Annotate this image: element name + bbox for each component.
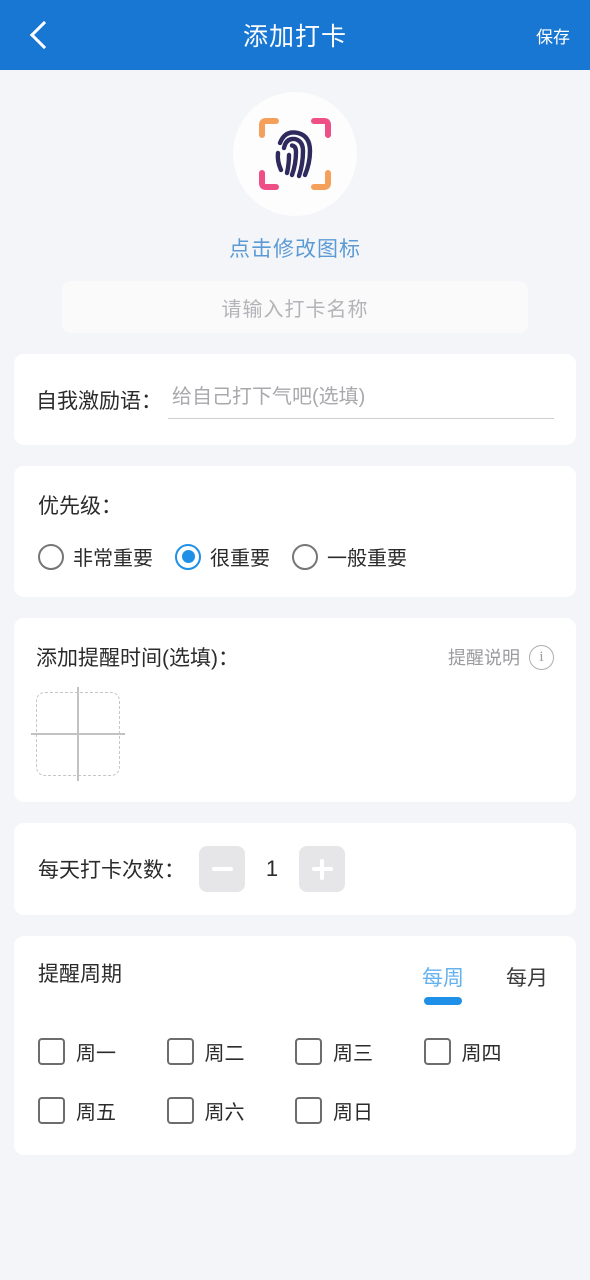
page-title: 添加打卡: [242, 23, 347, 51]
reminder-cycle-label: 提醒周期: [38, 963, 122, 986]
weekday-grid: 周一 周二 周三 周四 周五 周六 周日: [38, 1037, 552, 1125]
priority-option-normal[interactable]: 一般重要: [292, 542, 407, 571]
chevron-left-icon: [29, 20, 59, 50]
checkbox-icon: [38, 1038, 65, 1065]
daily-count-stepper: 1: [199, 846, 345, 892]
weekday-monday[interactable]: 周一: [38, 1037, 167, 1066]
weekday-label: 周三: [333, 1043, 373, 1065]
weekday-thursday[interactable]: 周四: [423, 1037, 553, 1066]
increment-button[interactable]: [299, 846, 345, 892]
weekday-wednesday[interactable]: 周三: [295, 1037, 424, 1066]
reminder-help-button[interactable]: 提醒说明 i: [448, 644, 554, 670]
priority-radio-group: 非常重要 很重要 一般重要: [38, 542, 552, 571]
radio-icon: [292, 543, 318, 570]
weekday-label: 周六: [204, 1102, 245, 1124]
icon-section: 点击修改图标: [0, 70, 590, 263]
reminder-time-header: 添加提醒时间(选填)： 提醒说明 i: [36, 642, 554, 672]
checkbox-icon: [295, 1038, 322, 1065]
checkbox-icon: [166, 1097, 194, 1124]
weekday-label: 周一: [76, 1043, 116, 1065]
priority-label: 优先级：: [38, 495, 122, 518]
checkbox-icon: [295, 1097, 322, 1124]
cycle-tabs: 每周 每月: [384, 962, 552, 1005]
habit-name-input[interactable]: 请输入打卡名称: [62, 281, 528, 333]
habit-name-placeholder: 请输入打卡名称: [221, 298, 369, 321]
weekday-friday[interactable]: 周五: [38, 1096, 167, 1125]
reminder-cycle-card: 提醒周期 每周 每月 周一 周二 周三 周四 周五 周六 周日: [14, 936, 576, 1155]
priority-option-label: 一般重要: [327, 548, 407, 570]
decrement-button[interactable]: [199, 846, 245, 892]
weekday-label: 周日: [333, 1102, 373, 1124]
weekday-sunday[interactable]: 周日: [295, 1096, 424, 1125]
weekday-label: 周五: [76, 1102, 116, 1124]
priority-option-label: 很重要: [210, 548, 270, 570]
daily-count-value: 1: [265, 856, 279, 881]
motivation-input[interactable]: 给自己打下气吧(选填): [168, 380, 554, 419]
checkbox-icon: [166, 1038, 194, 1065]
info-circle-icon: i: [529, 644, 554, 670]
motivation-label: 自我激励语：: [36, 389, 162, 413]
daily-count-label: 每天打卡次数：: [38, 859, 185, 882]
weekday-label: 周四: [461, 1043, 502, 1065]
change-icon-label[interactable]: 点击修改图标: [229, 233, 361, 263]
add-reminder-time-button[interactable]: [31, 687, 125, 781]
radio-icon: [38, 543, 64, 570]
checkbox-icon: [38, 1097, 65, 1124]
reminder-time-card: 添加提醒时间(选填)： 提醒说明 i: [14, 618, 576, 802]
priority-card: 优先级： 非常重要 很重要 一般重要: [14, 466, 576, 597]
save-button[interactable]: 保存: [536, 0, 570, 70]
reminder-help-label: 提醒说明: [448, 648, 520, 668]
habit-icon-button[interactable]: [233, 92, 357, 216]
reminder-cycle-header: 提醒周期 每周 每月: [38, 962, 552, 1005]
priority-option-label: 非常重要: [73, 548, 153, 570]
daily-count-card: 每天打卡次数： 1: [14, 823, 576, 915]
priority-option-very-important[interactable]: 非常重要: [38, 542, 153, 571]
reminder-time-label: 添加提醒时间(选填)：: [36, 647, 239, 670]
back-button[interactable]: [14, 0, 68, 70]
checkbox-icon: [423, 1038, 451, 1065]
motivation-placeholder: 给自己打下气吧(选填): [172, 386, 366, 408]
radio-selected-icon: [175, 543, 201, 570]
fingerprint-scan-icon: [258, 117, 332, 191]
weekday-label: 周二: [204, 1043, 245, 1065]
priority-option-important[interactable]: 很重要: [175, 542, 270, 571]
motivation-card: 自我激励语： 给自己打下气吧(选填): [14, 354, 576, 445]
weekday-saturday[interactable]: 周六: [166, 1096, 296, 1125]
tab-monthly[interactable]: 每月: [502, 962, 552, 1005]
tab-weekly[interactable]: 每周: [418, 962, 468, 1005]
weekday-tuesday[interactable]: 周二: [166, 1037, 296, 1066]
app-header: 添加打卡 保存: [0, 0, 590, 70]
